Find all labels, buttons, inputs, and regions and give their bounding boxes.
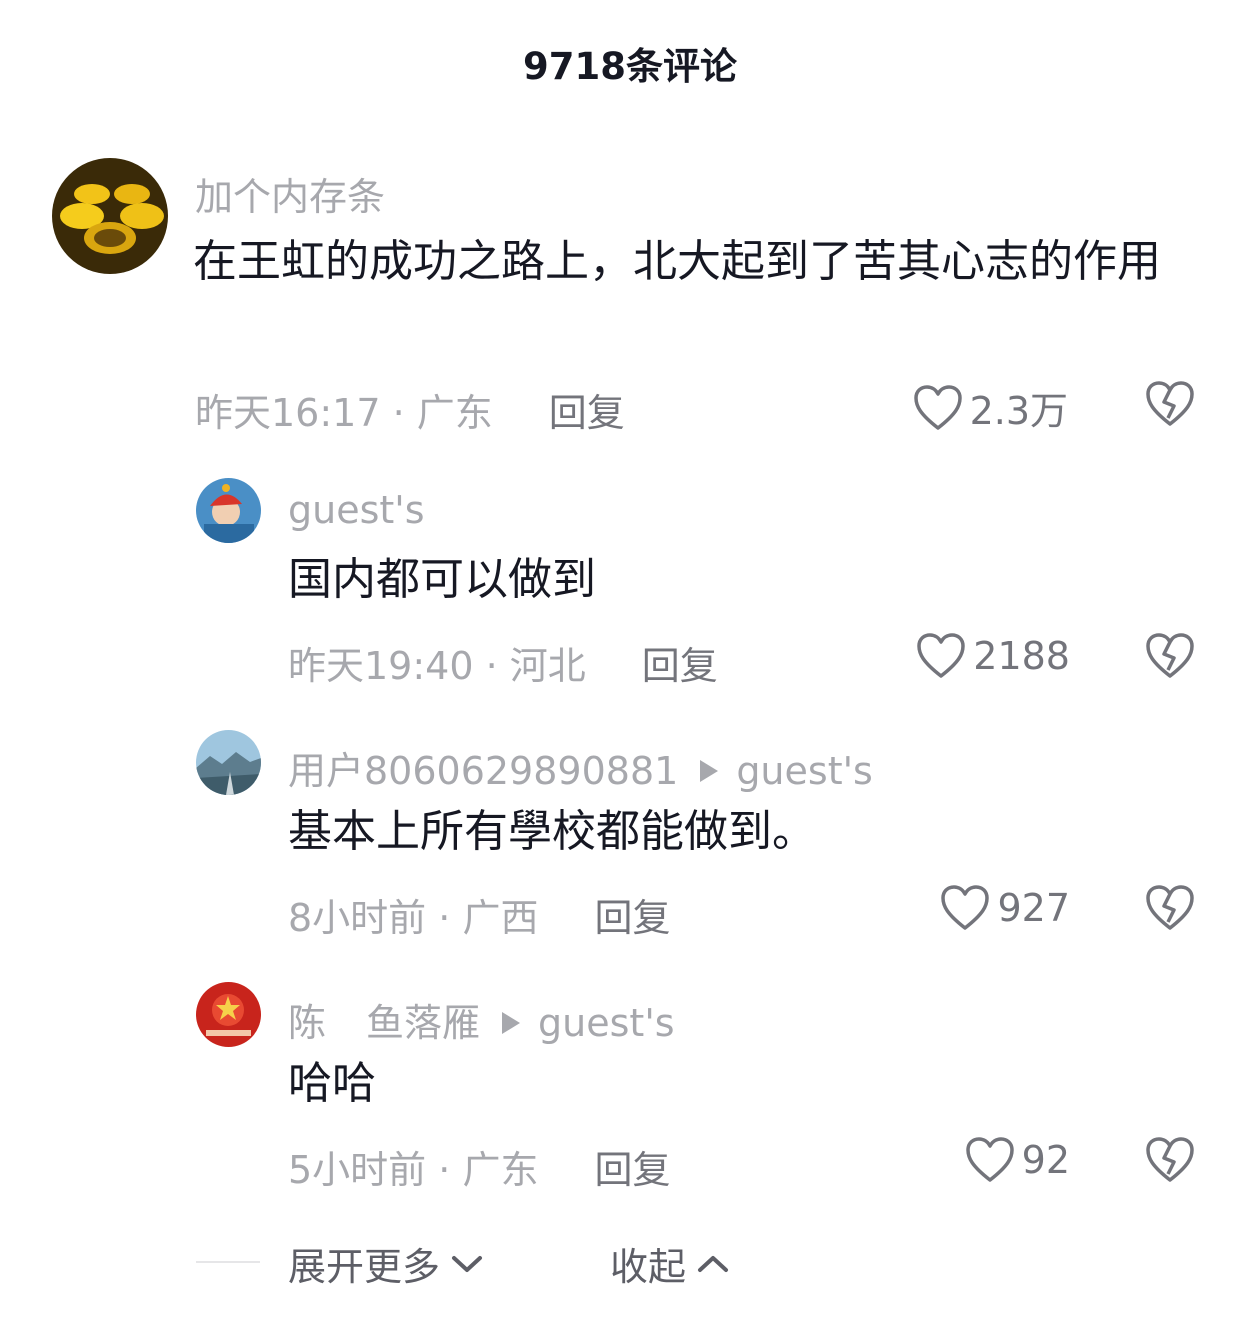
- reply-username: 陈鱼落雁 guest's: [288, 992, 675, 1047]
- broken-heart-icon: [1146, 381, 1194, 426]
- meta-separator: ·: [473, 644, 510, 688]
- like-button[interactable]: 2.3万: [912, 380, 1068, 435]
- comment-time: 昨天16:17: [195, 391, 381, 435]
- broken-heart-icon: [1146, 633, 1194, 678]
- red-emblem-avatar-icon: [196, 982, 261, 1047]
- dislike-button[interactable]: [1144, 380, 1196, 432]
- avatar[interactable]: [52, 158, 168, 274]
- reply-button[interactable]: 回复: [594, 896, 670, 940]
- collapse-button[interactable]: 收起: [610, 1236, 730, 1291]
- heart-icon: [965, 1137, 1014, 1182]
- like-button[interactable]: 927: [939, 884, 1070, 932]
- like-count: 2188: [973, 634, 1070, 678]
- meta-separator: ·: [380, 391, 417, 435]
- comment-content: 在王虹的成功之路上，北大起到了苦其心志的作用: [193, 236, 1161, 287]
- heart-icon: [941, 885, 990, 930]
- avatar[interactable]: [196, 478, 261, 543]
- reply-arrow-icon: [700, 759, 719, 782]
- mooncake-avatar-icon: [52, 158, 168, 274]
- reply-meta: 8小时前 · 广西 回复: [288, 887, 670, 942]
- chevron-down-icon: [452, 1255, 483, 1272]
- like-count: 927: [997, 886, 1070, 930]
- like-button[interactable]: 92: [964, 1136, 1070, 1184]
- meta-separator: ·: [426, 896, 463, 940]
- reply-button[interactable]: 回复: [594, 1148, 670, 1192]
- reply-to-user[interactable]: guest's: [736, 749, 873, 793]
- broken-heart-icon: [1146, 885, 1194, 930]
- footer-divider: [196, 1261, 260, 1263]
- reply-button[interactable]: 回复: [642, 644, 718, 688]
- chevron-up-icon: [698, 1255, 729, 1272]
- meta-separator: ·: [426, 1148, 463, 1192]
- reply-content: 国内都可以做到: [288, 554, 596, 605]
- reply-location: 广西: [462, 896, 539, 940]
- broken-heart-icon: [1146, 1137, 1194, 1182]
- avatar[interactable]: [196, 730, 261, 795]
- heart-icon: [913, 384, 962, 430]
- reply-username[interactable]: guest's: [288, 488, 425, 532]
- baby-avatar-icon: [196, 478, 261, 543]
- reply-author[interactable]: 陈鱼落雁: [288, 1001, 480, 1045]
- dislike-button[interactable]: [1144, 884, 1196, 936]
- like-button[interactable]: 2188: [915, 632, 1070, 680]
- reply-time: 昨天19:40: [288, 644, 474, 688]
- dislike-button[interactable]: [1144, 1136, 1196, 1188]
- reply-author-part1: 陈: [288, 1001, 327, 1045]
- like-count: 2.3万: [969, 389, 1068, 433]
- reply-button[interactable]: 回复: [549, 391, 625, 435]
- expand-more-label: 展开更多: [288, 1245, 441, 1289]
- reply-location: 河北: [509, 644, 586, 688]
- reply-username: 用户8060629890881 guest's: [288, 740, 873, 795]
- reply-location: 广东: [462, 1148, 539, 1192]
- like-count: 92: [1021, 1138, 1070, 1182]
- comment-location: 广东: [416, 391, 493, 435]
- avatar[interactable]: [196, 982, 261, 1047]
- reply-meta: 5小时前 · 广东 回复: [288, 1139, 670, 1194]
- expand-more-button[interactable]: 展开更多: [288, 1236, 484, 1291]
- reply-content: 哈哈: [288, 1058, 376, 1109]
- reply-time: 5小时前: [288, 1148, 427, 1192]
- collapse-label: 收起: [610, 1245, 687, 1289]
- reply-arrow-icon: [502, 1011, 521, 1034]
- reply-author[interactable]: 用户8060629890881: [288, 749, 678, 793]
- reply-author-part2: 鱼落雁: [366, 1001, 481, 1045]
- comment-username[interactable]: 加个内存条: [195, 166, 385, 221]
- dislike-button[interactable]: [1144, 632, 1196, 684]
- landscape-avatar-icon: [196, 730, 261, 795]
- reply-content: 基本上所有學校都能做到。: [288, 806, 816, 857]
- reply-to-user[interactable]: guest's: [538, 1001, 675, 1045]
- comments-count-title: 9718条评论: [523, 45, 737, 88]
- reply-time: 8小时前: [288, 896, 427, 940]
- heart-icon: [917, 633, 966, 678]
- comment-meta: 昨天16:17 · 广东 回复: [195, 382, 625, 437]
- reply-meta: 昨天19:40 · 河北 回复: [288, 635, 718, 690]
